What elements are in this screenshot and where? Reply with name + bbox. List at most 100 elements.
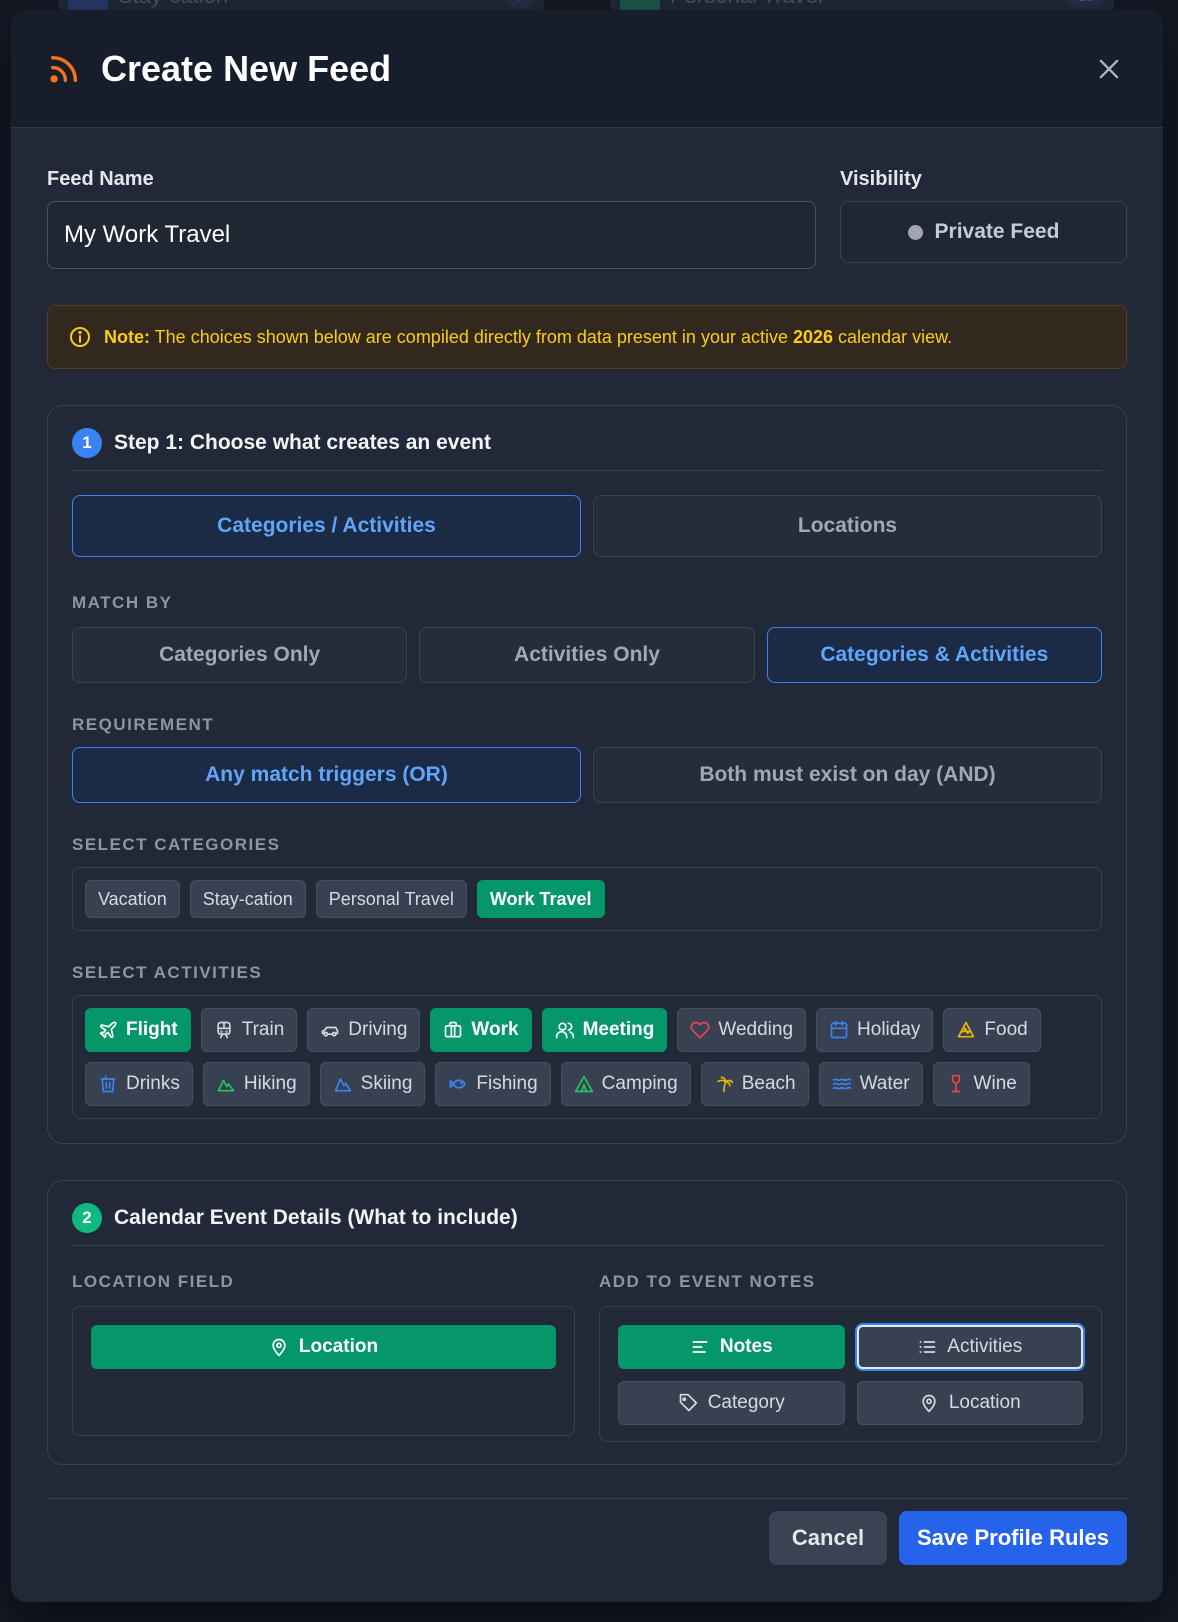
category-chip-personal-travel[interactable]: Personal Travel bbox=[315, 880, 467, 918]
wine-glass-icon bbox=[951, 1074, 960, 1093]
step1-header: 1 Step 1: Choose what creates an event bbox=[72, 428, 1102, 471]
activity-label: Wedding bbox=[718, 1019, 794, 1040]
calendar-icon bbox=[830, 1020, 848, 1039]
step2-header: 2 Calendar Event Details (What to includ… bbox=[72, 1203, 1102, 1246]
activity-label: Camping bbox=[601, 1073, 678, 1094]
background-card-label: Stay-cation bbox=[118, 0, 228, 8]
feed-name-input[interactable] bbox=[47, 201, 816, 269]
match-by-options: Categories Only Activities Only Categori… bbox=[72, 627, 1102, 683]
pizza-icon bbox=[958, 1021, 975, 1038]
activity-label: Water bbox=[859, 1073, 910, 1094]
activity-label: Holiday bbox=[857, 1019, 921, 1040]
step2-card: 2 Calendar Event Details (What to includ… bbox=[47, 1180, 1127, 1465]
activity-chip-meeting[interactable]: Meeting bbox=[541, 1008, 668, 1052]
info-note: Note: The choices shown below are compil… bbox=[47, 305, 1127, 369]
activity-chip-fishing[interactable]: Fishing bbox=[435, 1062, 551, 1106]
tag-icon bbox=[679, 1393, 697, 1412]
location-field-group: LOCATION FIELD Location bbox=[72, 1246, 575, 1442]
match-activities-only-button[interactable]: Activities Only bbox=[419, 627, 755, 683]
visibility-value: Private Feed bbox=[934, 220, 1060, 243]
note-text-before: The choices shown below are compiled dir… bbox=[150, 326, 793, 347]
background-card-count: 13 bbox=[1068, 0, 1104, 8]
activity-label: Hiking bbox=[243, 1073, 297, 1094]
activity-label: Food bbox=[984, 1019, 1028, 1040]
close-button[interactable] bbox=[1091, 51, 1127, 87]
save-profile-rules-button[interactable]: Save Profile Rules bbox=[899, 1511, 1127, 1565]
requirement-or-button[interactable]: Any match triggers (OR) bbox=[72, 747, 581, 803]
activity-chip-wine[interactable]: Wine bbox=[932, 1062, 1030, 1106]
activity-chip-camping[interactable]: Camping bbox=[560, 1062, 691, 1106]
categories-chip-list: Vacation Stay-cation Personal Travel Wor… bbox=[72, 867, 1102, 931]
location-field-option[interactable]: Location bbox=[91, 1325, 556, 1369]
step2-number-badge: 2 bbox=[72, 1203, 102, 1233]
palm-tree-icon bbox=[717, 1076, 733, 1093]
match-by-label: MATCH BY bbox=[72, 593, 173, 612]
visibility-toggle[interactable]: Private Feed bbox=[840, 201, 1127, 263]
briefcase-icon bbox=[445, 1021, 462, 1038]
add-to-notes-label: ADD TO EVENT NOTES bbox=[599, 1272, 816, 1291]
notes-option-activities[interactable]: Activities bbox=[856, 1325, 1083, 1369]
car-icon bbox=[321, 1026, 339, 1037]
activity-chip-hiking[interactable]: Hiking bbox=[202, 1062, 310, 1106]
activities-chip-list: Flight Train Driving Work Meeting Weddin… bbox=[72, 995, 1102, 1119]
visibility-label: Visibility bbox=[840, 168, 922, 190]
modal-footer: Cancel Save Profile Rules bbox=[47, 1498, 1127, 1565]
activity-label: Beach bbox=[741, 1073, 796, 1094]
feed-name-group: Feed Name bbox=[47, 168, 816, 269]
heart-icon bbox=[690, 1021, 710, 1039]
rss-icon bbox=[50, 55, 78, 83]
tab-categories-activities[interactable]: Categories / Activities bbox=[72, 495, 581, 557]
event-details-grid: LOCATION FIELD Location ADD TO EVENT NOT… bbox=[72, 1246, 1102, 1442]
feed-name-label: Feed Name bbox=[47, 168, 154, 190]
mountain-icon bbox=[217, 1079, 235, 1092]
activity-chip-food[interactable]: Food bbox=[943, 1008, 1041, 1052]
cancel-button[interactable]: Cancel bbox=[769, 1511, 887, 1565]
requirement-label: REQUIREMENT bbox=[72, 715, 215, 734]
activity-chip-drinks[interactable]: Drinks bbox=[85, 1062, 193, 1106]
activity-chip-holiday[interactable]: Holiday bbox=[816, 1008, 934, 1052]
note-year: 2026 bbox=[792, 326, 834, 347]
step1-number-badge: 1 bbox=[72, 428, 102, 458]
notes-option-notes[interactable]: Notes bbox=[618, 1325, 845, 1369]
activity-chip-beach[interactable]: Beach bbox=[700, 1062, 809, 1106]
note-prefix: Note: bbox=[104, 326, 150, 347]
activity-label: Wine bbox=[973, 1073, 1017, 1094]
users-icon bbox=[555, 1022, 574, 1039]
modal-body: Feed Name Visibility Private Feed Note: … bbox=[11, 128, 1163, 1465]
activity-chip-flight[interactable]: Flight bbox=[85, 1008, 191, 1052]
requirement-and-button[interactable]: Both must exist on day (AND) bbox=[593, 747, 1102, 803]
activity-chip-work[interactable]: Work bbox=[430, 1008, 532, 1052]
activity-label: Fishing bbox=[476, 1073, 538, 1094]
step1-card: 1 Step 1: Choose what creates an event C… bbox=[47, 405, 1127, 1144]
align-left-icon bbox=[692, 1341, 708, 1353]
notes-option-category[interactable]: Category bbox=[618, 1381, 845, 1425]
create-feed-modal: Create New Feed Feed Name Visibility Pri… bbox=[11, 10, 1163, 1602]
category-chip-stay-cation[interactable]: Stay-cation bbox=[189, 880, 306, 918]
activity-chip-wedding[interactable]: Wedding bbox=[677, 1008, 807, 1052]
select-activities-label: SELECT ACTIVITIES bbox=[72, 963, 263, 982]
tab-locations[interactable]: Locations bbox=[593, 495, 1102, 557]
cup-icon bbox=[100, 1075, 116, 1093]
activity-chip-train[interactable]: Train bbox=[200, 1008, 298, 1052]
map-pin-icon bbox=[272, 1338, 286, 1357]
note-text-after: calendar view. bbox=[833, 326, 953, 347]
category-chip-work-travel[interactable]: Work Travel bbox=[476, 880, 605, 918]
event-notes-group: ADD TO EVENT NOTES Notes Activities Cate… bbox=[599, 1246, 1102, 1442]
activity-chip-skiing[interactable]: Skiing bbox=[319, 1062, 426, 1106]
match-categories-and-activities-button[interactable]: Categories & Activities bbox=[766, 627, 1102, 683]
plane-icon bbox=[99, 1021, 117, 1039]
activity-chip-driving[interactable]: Driving bbox=[307, 1008, 421, 1052]
select-categories-label: SELECT CATEGORIES bbox=[72, 835, 281, 854]
option-label: Location bbox=[948, 1392, 1021, 1413]
notes-option-location[interactable]: Location bbox=[856, 1381, 1083, 1425]
category-chip-vacation[interactable]: Vacation bbox=[85, 880, 180, 918]
modal-title: Create New Feed bbox=[101, 47, 392, 89]
waves-icon bbox=[832, 1078, 851, 1090]
activity-chip-water[interactable]: Water bbox=[818, 1062, 923, 1106]
match-categories-only-button[interactable]: Categories Only bbox=[72, 627, 408, 683]
activity-label: Work bbox=[471, 1019, 519, 1040]
activity-label: Skiing bbox=[360, 1073, 413, 1094]
visibility-group: Visibility Private Feed bbox=[840, 168, 1127, 269]
location-field-box: Location bbox=[72, 1306, 575, 1436]
location-field-label: LOCATION FIELD bbox=[72, 1272, 235, 1291]
